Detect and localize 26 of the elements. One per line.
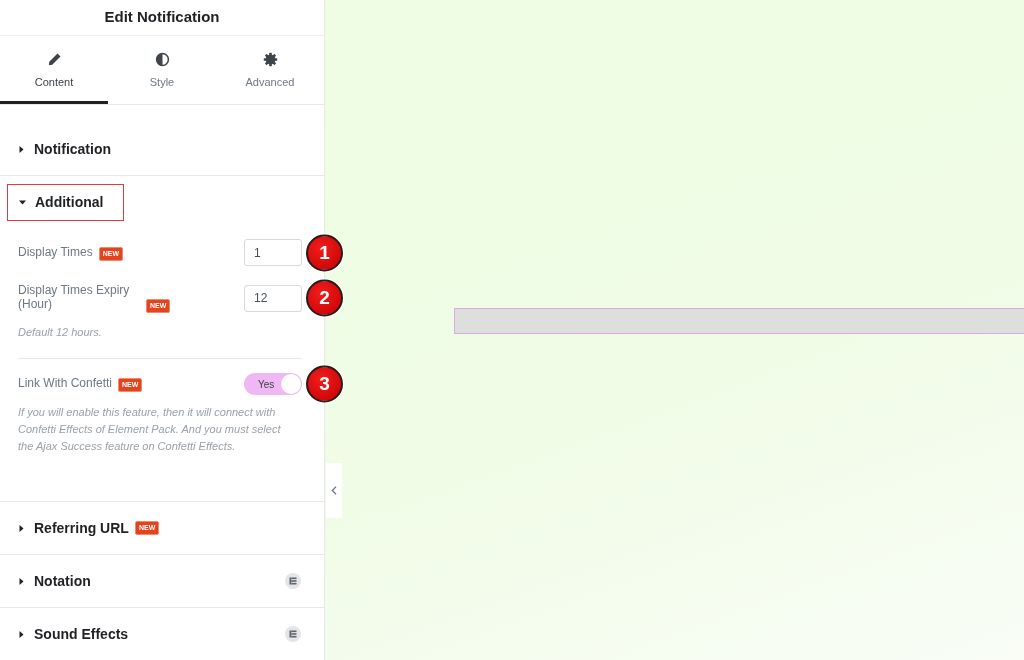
tab[interactable]: Style bbox=[108, 35, 216, 104]
collapse-handle[interactable] bbox=[326, 463, 342, 518]
step-marker: 2 bbox=[306, 279, 343, 317]
section-title[interactable]: Referring URL bbox=[34, 517, 129, 539]
help-text: Default 12 hours. bbox=[18, 325, 103, 340]
step-marker: 1 bbox=[306, 234, 343, 271]
gear-icon bbox=[262, 52, 278, 68]
toggle-knob-icon bbox=[281, 374, 301, 394]
half-circle-icon bbox=[154, 52, 170, 68]
pencil-icon bbox=[46, 52, 62, 68]
tab[interactable]: Advanced bbox=[216, 35, 324, 104]
chevron-left-icon bbox=[331, 486, 337, 495]
number-field[interactable]: 12 bbox=[244, 284, 302, 312]
number-field[interactable]: 1 bbox=[244, 239, 302, 266]
section-title[interactable]: Notification bbox=[34, 138, 111, 160]
section-title[interactable]: Notation bbox=[34, 570, 91, 592]
section-title[interactable]: Additional bbox=[35, 191, 104, 213]
section-title[interactable]: Sound Effects bbox=[34, 623, 129, 645]
field-label: Display Times bbox=[18, 244, 93, 259]
toggle-switch[interactable]: Yes bbox=[244, 373, 302, 395]
field-label: Link With Confetti bbox=[18, 376, 113, 390]
field-label: Display Times Expiry (Hour) bbox=[18, 283, 131, 311]
panel-title: Edit Notification bbox=[104, 7, 220, 28]
step-marker: 3 bbox=[306, 365, 343, 403]
tab[interactable]: Content bbox=[0, 35, 108, 104]
help-text: If you will enable this feature, then it will connect with Confetti Effects of Element Pack. And you must select the Ajax Success feature on Confetti Effects. bbox=[18, 405, 281, 454]
